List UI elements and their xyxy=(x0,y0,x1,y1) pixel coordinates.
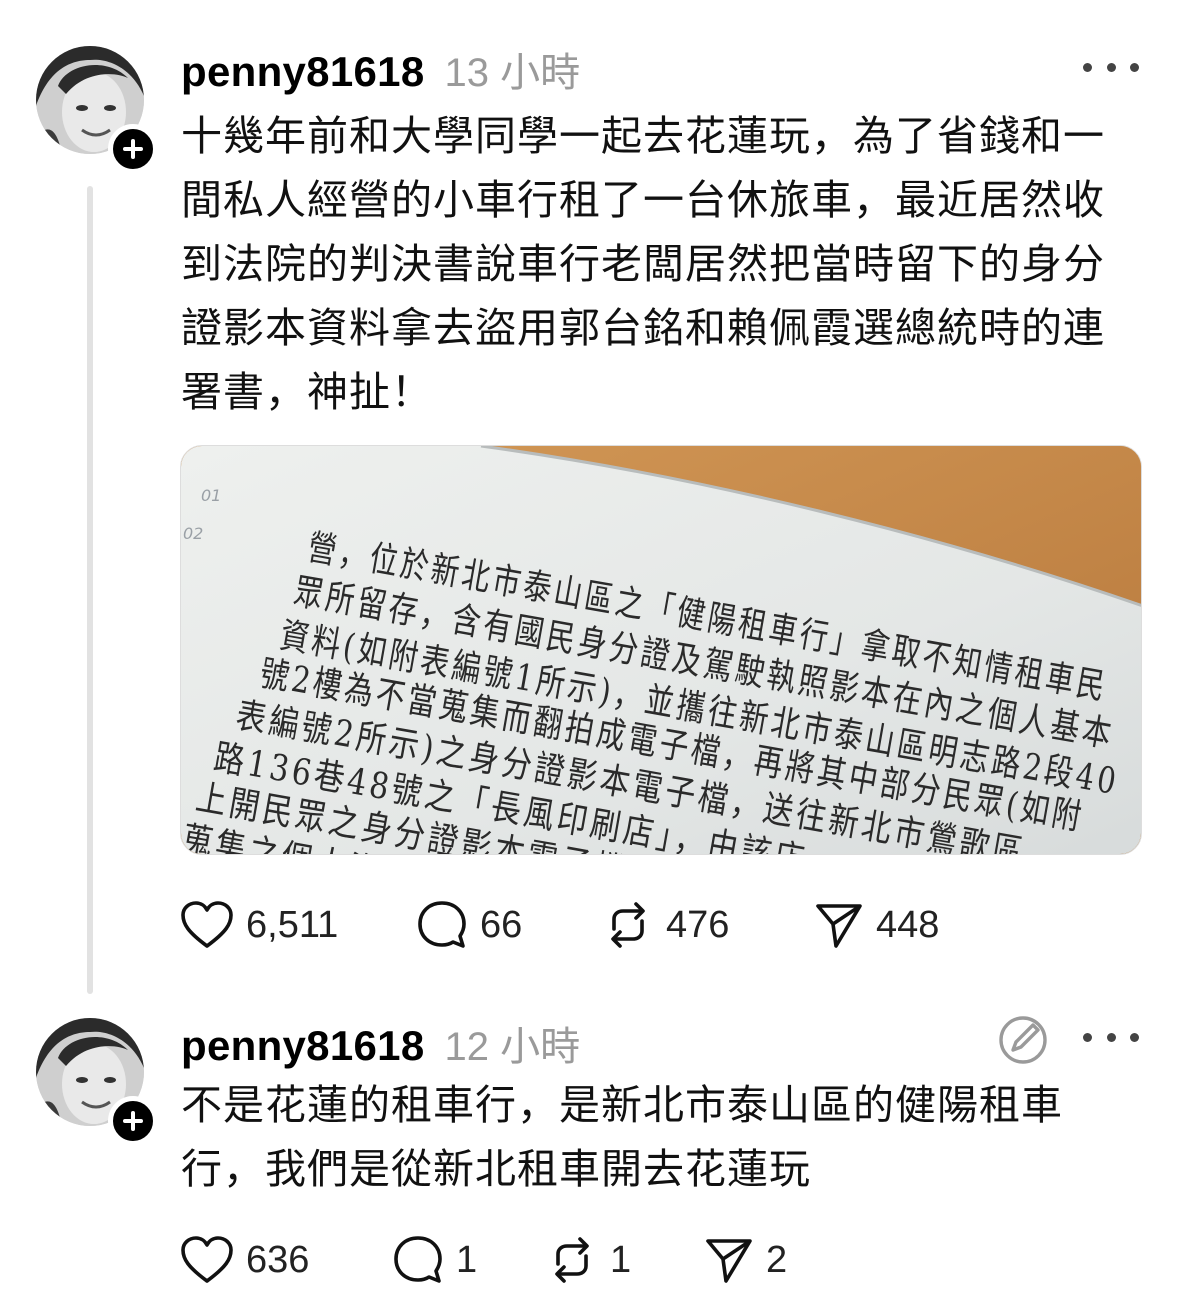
follow-button[interactable] xyxy=(108,1096,158,1146)
username[interactable]: penny81618 xyxy=(181,48,424,96)
post-text: 不是花蓮的租車行，是新北市泰山區的健陽租車行，我們是從新北租車開去花蓮玩 xyxy=(181,1081,1063,1193)
post-text: 十幾年前和大學同學一起去花蓮玩，為了省錢和一間私人經營的小車行租了一台休旅車，最… xyxy=(181,112,1105,416)
thread-connector-line xyxy=(87,186,93,994)
repost-arrows-icon xyxy=(555,1237,589,1283)
comment-count: 1 xyxy=(456,1238,478,1281)
comment-button[interactable]: 1 xyxy=(392,1230,546,1290)
share-count: 448 xyxy=(876,903,940,946)
plus-icon xyxy=(123,1111,143,1131)
repost-button[interactable]: 1 xyxy=(546,1230,704,1290)
plus-icon xyxy=(123,139,143,159)
like-count: 636 xyxy=(246,1238,310,1281)
post-header: penny81618 13 小時 xyxy=(181,40,580,98)
username[interactable]: penny81618 xyxy=(181,1022,424,1070)
like-button[interactable]: 6,511 xyxy=(180,895,416,955)
comment-bubble-icon xyxy=(394,1236,442,1283)
heart-icon xyxy=(181,1236,233,1283)
repost-count: 476 xyxy=(666,903,730,946)
edit-pencil-icon xyxy=(999,1016,1047,1064)
repost-count: 1 xyxy=(610,1238,632,1281)
follow-button[interactable] xyxy=(108,124,158,174)
thread-post-2: penny81618 12 小時 不是花蓮的租車行，是新北市泰山區的健陽租車行，… xyxy=(0,1000,1179,1306)
margin-number: 02 xyxy=(183,524,204,543)
more-options-button[interactable] xyxy=(1083,52,1139,82)
edit-button[interactable] xyxy=(995,1012,1051,1068)
share-count: 2 xyxy=(766,1238,788,1281)
avatar[interactable] xyxy=(36,46,158,174)
comment-button[interactable]: 66 xyxy=(416,895,602,955)
timestamp: 13 小時 xyxy=(444,51,581,95)
share-button[interactable]: 2 xyxy=(704,1230,824,1290)
repost-arrows-icon xyxy=(611,902,645,948)
like-count: 6,511 xyxy=(246,903,339,946)
share-button[interactable]: 448 xyxy=(814,895,974,955)
like-button[interactable]: 636 xyxy=(180,1230,392,1290)
post-image[interactable]: 01 02 營，位於新北市泰山區之「健陽租車行」拿取不知情租車民 眾所留存，含有… xyxy=(180,445,1142,855)
paper-plane-icon xyxy=(816,904,862,948)
thread-post-1: penny81618 13 小時 十幾年前和大學同學一起去花蓮玩，為了省錢和一間… xyxy=(0,0,1179,1000)
more-dots-icon xyxy=(1083,1032,1092,1042)
margin-number: 01 xyxy=(201,486,222,505)
more-dots-icon xyxy=(1083,62,1092,72)
more-options-button[interactable] xyxy=(1083,1022,1139,1052)
action-bar: 636 1 1 2 xyxy=(180,1230,824,1290)
document-text: 01 02 營，位於新北市泰山區之「健陽租車行」拿取不知情租車民 眾所留存，含有… xyxy=(181,446,1141,854)
paper-plane-icon xyxy=(706,1239,752,1283)
action-bar: 6,511 66 476 448 xyxy=(180,895,974,955)
heart-icon xyxy=(181,901,233,948)
repost-button[interactable]: 476 xyxy=(602,895,814,955)
comment-bubble-icon xyxy=(418,901,466,948)
comment-count: 66 xyxy=(480,903,523,946)
post-header: penny81618 12 小時 xyxy=(181,1014,580,1072)
timestamp: 12 小時 xyxy=(444,1025,581,1069)
avatar[interactable] xyxy=(36,1018,158,1146)
